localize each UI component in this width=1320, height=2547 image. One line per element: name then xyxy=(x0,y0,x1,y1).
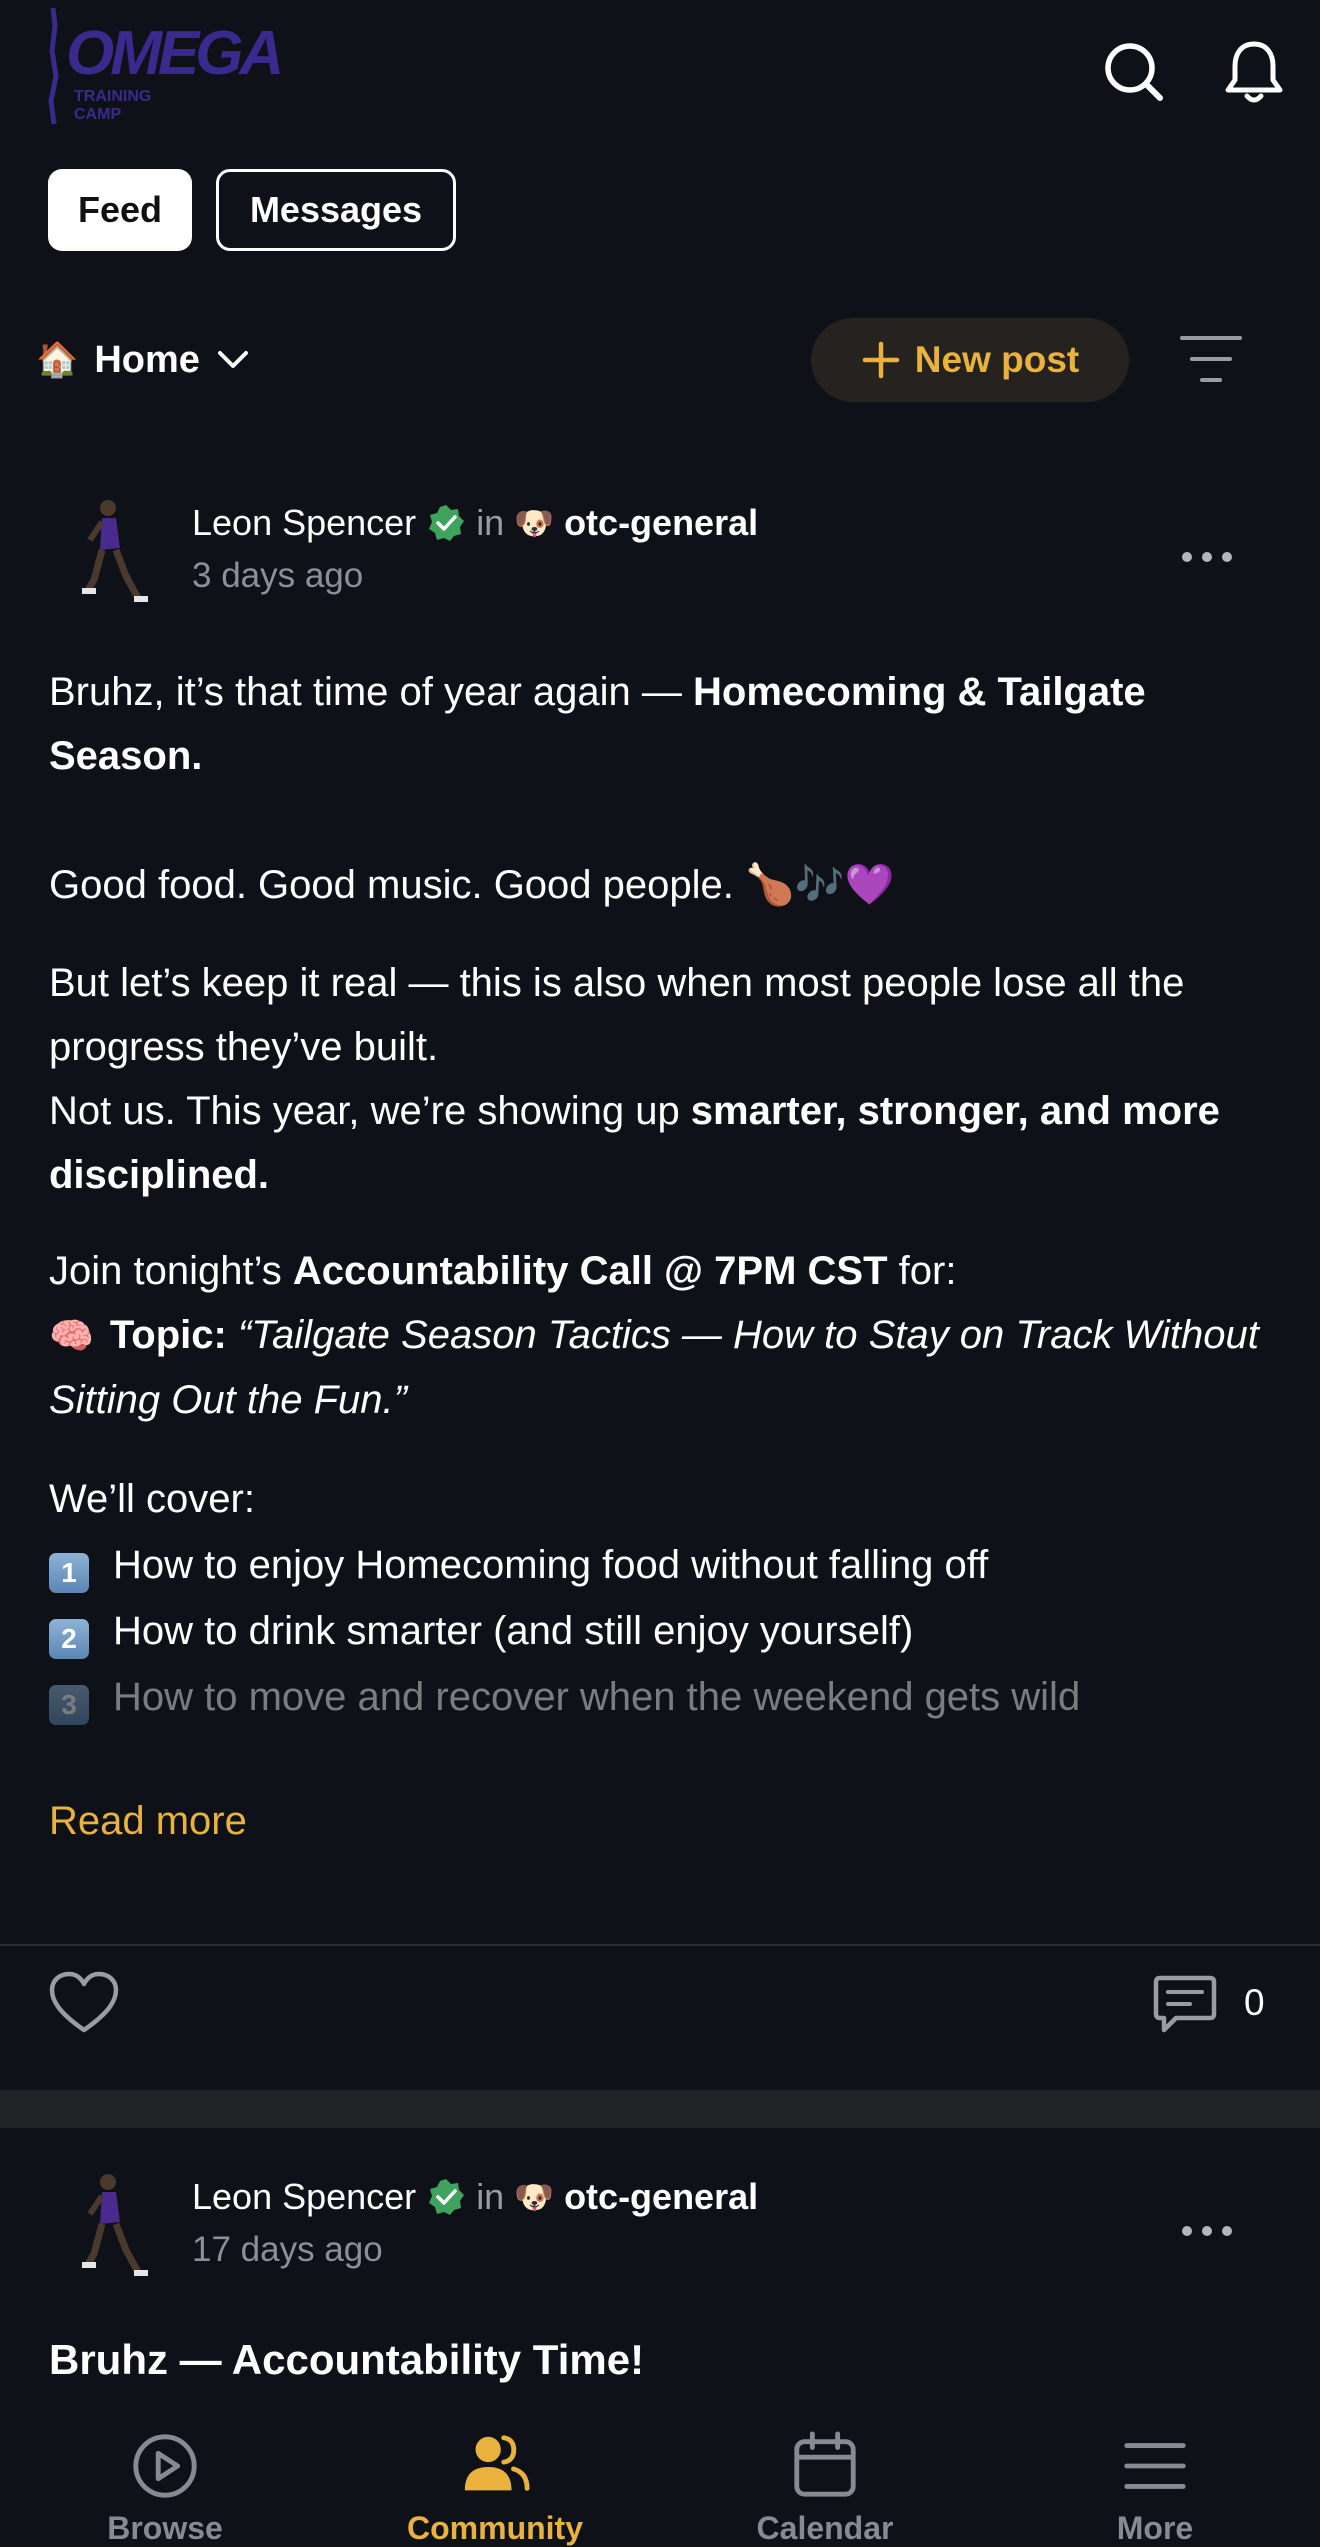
post-options-button[interactable] xyxy=(1172,2211,1242,2251)
bell-icon xyxy=(1225,41,1283,103)
keycap-two-icon: 2 xyxy=(49,1619,89,1659)
verified-badge-icon xyxy=(429,2179,465,2215)
dot xyxy=(1222,2226,1232,2236)
post-line: 🧠 Topic: “Tailgate Season Tactics — How t… xyxy=(49,1313,1259,1422)
logo-text: OMEGA xyxy=(66,19,284,88)
post-body: Bruhz, it’s that time of year again — Ho… xyxy=(49,660,1289,788)
calendar-icon xyxy=(794,2431,856,2497)
comment-count: 0 xyxy=(1244,1982,1265,2023)
author-name[interactable]: Leon Spencer xyxy=(192,2176,416,2218)
bottom-nav: Browse Community Calendar More xyxy=(0,2410,1320,2547)
post-paragraph: Bruhz, it’s that time of year again — Ho… xyxy=(49,670,1146,778)
chevron-down-icon xyxy=(217,351,248,368)
filter-button[interactable] xyxy=(1180,330,1242,388)
nav-label: More xyxy=(1116,2510,1194,2546)
post-line: We’ll cover: xyxy=(49,1477,255,1521)
like-button[interactable] xyxy=(48,1970,120,2038)
space-selector[interactable]: 🏠 Home xyxy=(36,330,250,390)
nav-label: Calendar xyxy=(756,2510,894,2546)
post-line: But let’s keep it real — this is also wh… xyxy=(49,961,1185,1069)
community-icon xyxy=(464,2435,530,2491)
post-line: Join tonight’s Accountability Call @ 7PM… xyxy=(49,1249,957,1293)
nav-more[interactable]: More xyxy=(1045,2410,1265,2547)
heart-icon xyxy=(49,1971,119,2033)
post-divider xyxy=(0,1944,1320,1946)
post-separator xyxy=(0,2090,1320,2128)
tab-feed[interactable]: Feed xyxy=(48,169,192,251)
post-paragraph: But let’s keep it real — this is also wh… xyxy=(49,951,1289,1207)
menu-icon xyxy=(1124,2443,1186,2489)
dot xyxy=(1202,2226,1212,2236)
filter-icon xyxy=(1180,336,1242,382)
dot xyxy=(1222,552,1232,562)
search-button[interactable] xyxy=(1098,36,1170,108)
brain-icon: 🧠 xyxy=(49,1315,94,1356)
post-line: Not us. This year, we’re showing up smar… xyxy=(49,1089,1220,1197)
play-circle-icon xyxy=(133,2434,197,2498)
comment-button[interactable] xyxy=(1152,1972,1222,2040)
comment-icon xyxy=(1153,1975,1217,2033)
post-paragraph: Good food. Good music. Good people. 🍗🎶💜 xyxy=(49,863,895,907)
author-name[interactable]: Leon Spencer xyxy=(192,502,416,544)
list-item: 2 How to drink smarter (and still enjoy y… xyxy=(49,1599,1289,1663)
nav-browse[interactable]: Browse xyxy=(55,2410,275,2547)
nav-community[interactable]: Community xyxy=(385,2410,605,2547)
house-icon: 🏠 xyxy=(36,341,79,379)
logo-subtext: TRAINING CAMP xyxy=(74,88,152,123)
post-options-button[interactable] xyxy=(1172,537,1242,577)
author-avatar[interactable] xyxy=(68,2164,156,2282)
list-item: 1 How to enjoy Homecoming food without fa… xyxy=(49,1533,1289,1597)
read-more-link[interactable]: Read more xyxy=(49,1799,247,1844)
post-paragraph: We’ll cover: 1 How to enjoy Homecoming fo… xyxy=(49,1467,1289,1729)
in-word: in xyxy=(476,2176,505,2217)
post-timestamp: 17 days ago xyxy=(192,2230,383,2269)
omega-logo[interactable]: OMEGA TRAINING CAMP xyxy=(44,0,284,140)
notifications-button[interactable] xyxy=(1218,36,1290,108)
channel-link[interactable]: otc-general xyxy=(564,2176,758,2218)
post-author-line: Leon Spencer in 🐶 otc-general xyxy=(192,2176,758,2218)
dot xyxy=(1202,552,1212,562)
logo-athlete-figure xyxy=(48,7,59,125)
in-word: in xyxy=(476,502,505,543)
dog-icon: 🐶 xyxy=(514,2179,555,2215)
nav-calendar[interactable]: Calendar xyxy=(715,2410,935,2547)
post-paragraph: Join tonight’s Accountability Call @ 7PM… xyxy=(49,1239,1289,1432)
keycap-three-icon: 3 xyxy=(49,1685,89,1725)
post-title[interactable]: Bruhz — Accountability Time! xyxy=(49,2336,644,2384)
list-item: 3 How to move and recover when the weeken… xyxy=(49,1665,1289,1729)
space-selector-label: Home xyxy=(94,338,200,381)
dot xyxy=(1182,552,1192,562)
nav-label: Community xyxy=(407,2510,583,2546)
dog-icon: 🐶 xyxy=(514,505,555,541)
post-author-line: Leon Spencer in 🐶 otc-general xyxy=(192,502,758,544)
dot xyxy=(1182,2226,1192,2236)
new-post-label: New post xyxy=(914,339,1080,380)
tab-messages[interactable]: Messages xyxy=(216,169,456,251)
search-icon xyxy=(1105,43,1163,101)
keycap-one-icon: 1 xyxy=(49,1553,89,1593)
verified-badge-icon xyxy=(429,505,465,541)
nav-label: Browse xyxy=(107,2510,223,2546)
new-post-button[interactable]: New post xyxy=(811,318,1129,402)
plus-icon xyxy=(862,341,900,379)
channel-link[interactable]: otc-general xyxy=(564,502,758,544)
author-avatar[interactable] xyxy=(68,490,156,608)
post-timestamp: 3 days ago xyxy=(192,556,364,595)
